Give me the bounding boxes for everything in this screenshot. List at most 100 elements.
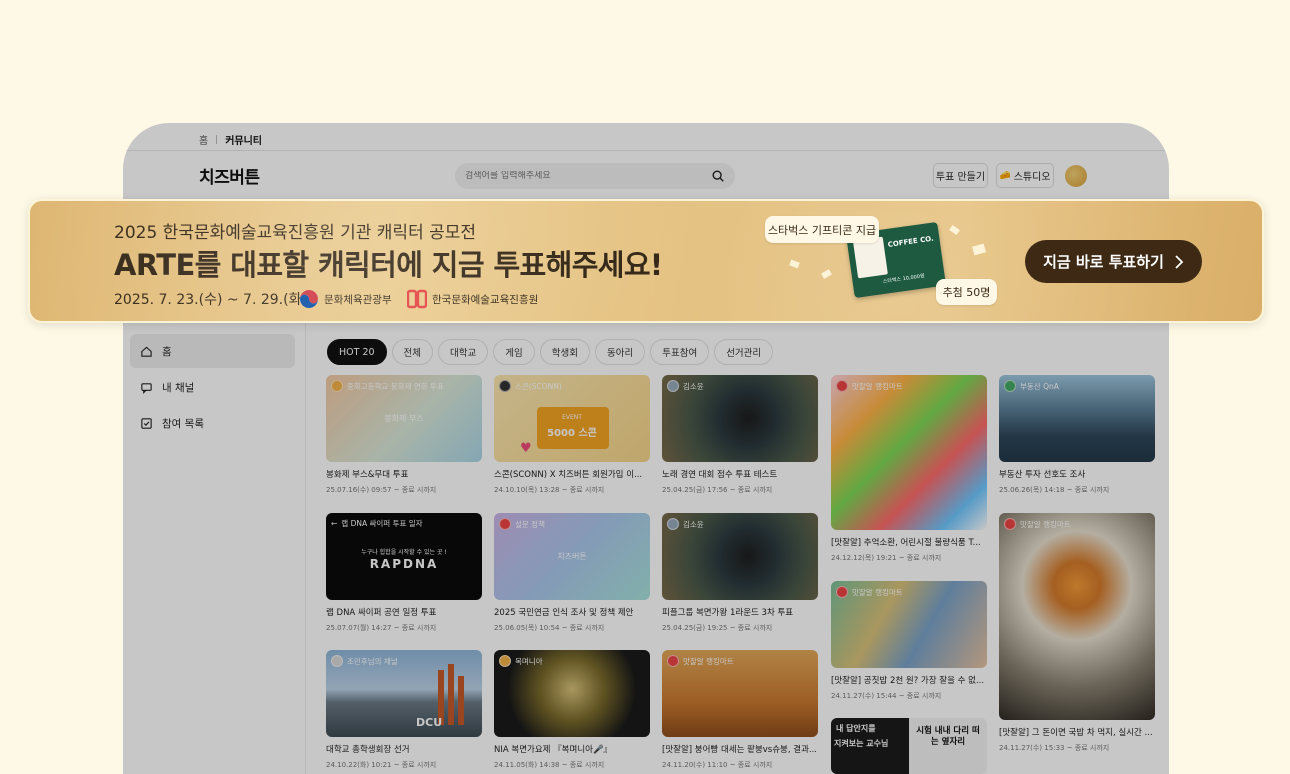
- card-thumbnail[interactable]: 설문 정책 치즈버튼: [494, 513, 650, 600]
- card-title[interactable]: NIA 복면가요제 『복며니아🎤』: [494, 743, 650, 755]
- vote-card[interactable]: 복며니아 NIA 복면가요제 『복며니아🎤』 24.11.05(화) 14:38…: [494, 650, 650, 770]
- channel-avatar: [667, 655, 679, 667]
- confetti: [949, 224, 960, 236]
- card-thumbnail[interactable]: 맛잘알 랭킹마트: [831, 581, 987, 668]
- card-thumbnail[interactable]: 스콘(SCONN) EVENT 5000 스콘 ♥: [494, 375, 650, 462]
- card-thumbnail[interactable]: 부동산 QnA: [999, 375, 1155, 462]
- sidebar-item-my-channel[interactable]: 내 채널: [130, 370, 295, 404]
- card-title[interactable]: [맛잘알] 붕어빵 대세는 팥붕vs슈붕, 결과...: [662, 743, 818, 755]
- card-channel: 김소윤: [667, 380, 704, 392]
- chip-club[interactable]: 동아리: [594, 339, 646, 365]
- studio-button[interactable]: 🧀 스튜디오: [996, 163, 1054, 188]
- sidebar: 홈 내 채널 참여 목록: [123, 323, 306, 774]
- card-meta: 25.07.16(수) 09:57 ~ 종료 시까지: [326, 486, 437, 494]
- vote-card[interactable]: 김소윤 피플그룹 복면가왕 1라운드 3차 투표 25.04.25(금) 19:…: [662, 513, 818, 633]
- card-title[interactable]: 노래 경연 대회 점수 투표 테스트: [662, 468, 818, 480]
- search-icon[interactable]: [711, 169, 725, 183]
- vote-card[interactable]: 스콘(SCONN) EVENT 5000 스콘 ♥ 스콘(SCONN) X 치즈…: [494, 375, 650, 495]
- card-meta: 24.11.27(수) 15:44 ~ 종료 시까지: [831, 692, 942, 700]
- vote-card[interactable]: 조민후님의 채널 DCU 대학교 총학생회장 선거 24.10.22(화) 10…: [326, 650, 482, 770]
- card-thumbnail[interactable]: 맛잘알 랭킹마트: [662, 650, 818, 737]
- card-meta: 25.06.05(목) 10:54 ~ 종료 시까지: [494, 624, 605, 632]
- card-title[interactable]: [맛잘알] 추억소환, 어린시절 불량식품 T...: [831, 536, 987, 548]
- channel-avatar: [836, 380, 848, 392]
- card-thumbnail[interactable]: 맛잘알 랭킹마트: [831, 375, 987, 530]
- card-title[interactable]: [맛잘알] 공짓밥 2천 원? 가장 잘을 수 없...: [831, 674, 987, 686]
- card-title[interactable]: 2025 국민연금 인식 조사 및 정책 제안: [494, 606, 650, 618]
- sidebar-item-home[interactable]: 홈: [130, 334, 295, 368]
- vote-card[interactable]: 맛잘알 랭킹마트 [맛잘알] 붕어빵 대세는 팥붕vs슈붕, 결과... 24.…: [662, 650, 818, 770]
- vote-card[interactable]: 내 답안지를 지켜보는 교수님 시험 내내 다리 떠는 옆자리: [831, 718, 987, 774]
- card-meta: 24.12.12(목) 19:21 ~ 종료 시까지: [831, 554, 942, 562]
- chat-icon: [141, 382, 152, 394]
- channel-avatar: [499, 380, 511, 392]
- studio-icon: 🧀: [999, 170, 1011, 181]
- channel-name: 맛잘알 랭킹마트: [852, 381, 903, 391]
- search-bar[interactable]: [455, 163, 735, 189]
- chip-hot20[interactable]: HOT 20: [327, 339, 387, 365]
- gift-amount: 스타벅스 10,000원: [882, 273, 926, 286]
- card-thumbnail[interactable]: ← 랩 DNA 싸이퍼 투표 일자 누구나 힙합을 시작할 수 있는 곳 ! RA…: [326, 513, 482, 600]
- chip-student-council[interactable]: 학생회: [539, 339, 590, 365]
- channel-name: 김소윤: [683, 519, 704, 529]
- card-thumbnail[interactable]: 조민후님의 채널 DCU: [326, 650, 482, 737]
- search-input[interactable]: [465, 171, 711, 181]
- channel-name: 스콘(SCONN): [515, 381, 562, 391]
- card-channel: 맛잘알 랭킹마트: [1004, 518, 1071, 530]
- chip-election[interactable]: 선거관리: [714, 339, 774, 365]
- chip-all[interactable]: 전체: [391, 339, 434, 365]
- card-title[interactable]: 스콘(SCONN) X 치즈버튼 회원가입 이...: [494, 468, 650, 480]
- vote-card[interactable]: 맛잘알 랭킹마트 [맛잘알] 공짓밥 2천 원? 가장 잘을 수 없... 24…: [831, 581, 987, 701]
- card-channel: 복며니아: [499, 655, 543, 667]
- thumb-caption: 5000 스콘: [547, 428, 597, 439]
- promo-banner[interactable]: 2025 한국문화예술교육진흥원 기관 캐릭터 공모전 ARTE를 대표할 캐릭…: [28, 199, 1264, 323]
- card-thumbnail[interactable]: 김소윤: [662, 375, 818, 462]
- vote-card[interactable]: 김소윤 노래 경연 대회 점수 투표 테스트 25.04.25(금) 17:56…: [662, 375, 818, 495]
- card-meta: 24.10.10(목) 13:28 ~ 종료 시까지: [494, 486, 605, 494]
- vote-card[interactable]: 부동산 QnA 부동산 투자 선호도 조사 25.06.26(목) 14:18 …: [999, 375, 1155, 495]
- meme-left-caption: 지켜보는 교수님: [834, 739, 889, 748]
- card-meta: 25.07.07(월) 14:27 ~ 종료 시까지: [326, 624, 437, 632]
- sidebar-item-label: 참여 목록: [162, 417, 204, 430]
- channel-name: 부동산 QnA: [1020, 381, 1059, 391]
- vote-card[interactable]: 중화고등학교 봉화제 연화 투표 봉화제 부스 봉화제 부스&무대 투표 25.…: [326, 375, 482, 495]
- card-title[interactable]: 대학교 총학생회장 선거: [326, 743, 482, 755]
- vote-card[interactable]: 맛잘알 랭킹마트 [맛잘알] 그 돈이면 국밥 차 먹지, 실시간 ... 24…: [999, 513, 1155, 753]
- banner-title: ARTE를 대표할 캐릭터에 지금 투표해주세요!: [114, 248, 663, 282]
- card-thumbnail[interactable]: 김소윤: [662, 513, 818, 600]
- breadcrumb-home[interactable]: 홈: [199, 132, 208, 147]
- card-thumbnail[interactable]: 중화고등학교 봉화제 연화 투표 봉화제 부스: [326, 375, 482, 462]
- make-vote-button[interactable]: 투표 만들기: [933, 163, 988, 188]
- card-thumbnail[interactable]: 복며니아: [494, 650, 650, 737]
- card-title[interactable]: 피플그룹 복면가왕 1라운드 3차 투표: [662, 606, 818, 618]
- card-title[interactable]: 봉화제 부스&무대 투표: [326, 468, 482, 480]
- vote-card[interactable]: 설문 정책 치즈버튼 2025 국민연금 인식 조사 및 정책 제안 25.06…: [494, 513, 650, 633]
- channel-name: 맛잘알 랭킹마트: [1020, 519, 1071, 529]
- card-thumbnail[interactable]: 맛잘알 랭킹마트: [999, 513, 1155, 720]
- card-channel: 중화고등학교 봉화제 연화 투표: [331, 380, 444, 392]
- card-channel: 조민후님의 채널: [331, 655, 398, 667]
- vote-card[interactable]: 맛잘알 랭킹마트 [맛잘알] 추억소환, 어린시절 불량식품 T... 24.1…: [831, 375, 987, 563]
- card-title[interactable]: 부동산 투자 선호도 조사: [999, 468, 1155, 480]
- chip-university[interactable]: 대학교: [438, 339, 489, 365]
- sidebar-item-participation[interactable]: 참여 목록: [130, 406, 295, 440]
- card-title[interactable]: 랩 DNA 싸이퍼 공연 일정 투표: [326, 606, 482, 618]
- banner-subtitle: 2025 한국문화예술교육진흥원 기관 캐릭터 공모전: [114, 223, 477, 243]
- site-logo[interactable]: 치즈버튼: [199, 163, 260, 188]
- card-title[interactable]: [맛잘알] 그 돈이면 국밥 차 먹지, 실시간 ...: [999, 726, 1155, 738]
- breadcrumb-current[interactable]: 커뮤니티: [225, 132, 262, 147]
- sculpture-shape: [448, 664, 454, 725]
- vote-card[interactable]: ← 랩 DNA 싸이퍼 투표 일자 누구나 힙합을 시작할 수 있는 곳 ! RA…: [326, 513, 482, 633]
- thumb-tagline: 누구나 힙합을 시작할 수 있는 곳 !: [361, 549, 447, 556]
- prize-bubble: 스타벅스 기프티콘 지급: [765, 216, 879, 243]
- confetti: [821, 269, 832, 279]
- vote-now-button[interactable]: 지금 바로 투표하기: [1025, 240, 1202, 283]
- chip-game[interactable]: 게임: [493, 339, 535, 365]
- channel-avatar: [331, 655, 343, 667]
- avatar[interactable]: [1065, 165, 1087, 187]
- channel-name: 복며니아: [515, 656, 543, 666]
- chip-vote-participation[interactable]: 투표참여: [650, 339, 710, 365]
- arte-logo-icon: [407, 289, 427, 309]
- channel-avatar: [836, 586, 848, 598]
- card-thumbnail[interactable]: 내 답안지를 지켜보는 교수님 시험 내내 다리 떠는 옆자리: [831, 718, 987, 774]
